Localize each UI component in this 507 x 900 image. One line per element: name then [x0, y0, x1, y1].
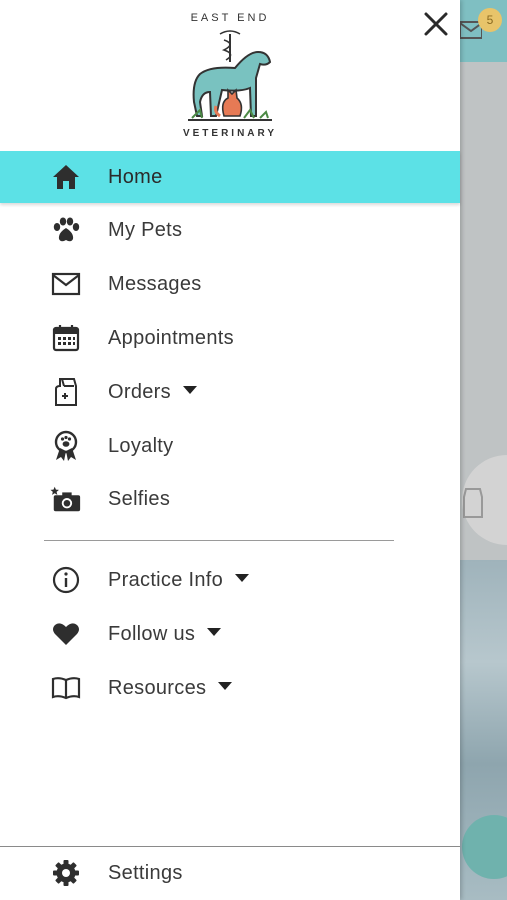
menu-item-my-pets[interactable]: My Pets [0, 204, 460, 256]
calendar-icon [50, 322, 82, 354]
menu-item-messages[interactable]: Messages [0, 258, 460, 310]
menu-item-label: Loyalty [108, 434, 174, 457]
menu-item-label: Orders [108, 381, 197, 404]
chevron-down-icon [235, 574, 250, 583]
background-app: 5 [460, 0, 507, 900]
menu-item-label: My Pets [108, 218, 183, 241]
navigation-drawer: EAST END VETERINARY Home My Pets Message… [0, 0, 460, 900]
menu-item-follow-us[interactable]: Follow us [0, 608, 460, 660]
menu-item-settings[interactable]: Settings [0, 847, 460, 899]
east-end-veterinary-logo: EAST END VETERINARY [170, 8, 290, 143]
chevron-down-icon [218, 682, 233, 691]
close-button[interactable] [418, 6, 454, 42]
chevron-down-icon [182, 386, 197, 395]
heart-icon [50, 618, 82, 650]
award-ribbon-icon [50, 430, 82, 462]
close-icon [424, 12, 448, 36]
menu-item-resources[interactable]: Resources [0, 662, 460, 714]
chevron-down-icon [207, 628, 222, 637]
menu-item-appointments[interactable]: Appointments [0, 312, 460, 364]
book-icon [50, 672, 82, 704]
menu-item-orders[interactable]: Orders [0, 366, 460, 418]
home-icon [50, 161, 82, 193]
menu-item-label: Settings [108, 861, 183, 884]
menu-item-selfies[interactable]: Selfies [0, 473, 460, 525]
menu-item-label: Follow us [108, 623, 222, 646]
menu-item-label: Practice Info [108, 569, 250, 592]
menu-item-home[interactable]: Home [0, 151, 460, 203]
menu-item-label: Appointments [108, 326, 234, 349]
background-orders-button [462, 455, 507, 545]
menu-item-label: Messages [108, 272, 202, 295]
gear-icon [50, 857, 82, 889]
camera-icon [50, 483, 82, 515]
dog-and-cat-logo-icon [188, 30, 272, 121]
pet-food-bag-icon [50, 376, 82, 408]
info-icon [50, 564, 82, 596]
menu-item-label: Resources [108, 677, 233, 700]
menu-item-practice-info[interactable]: Practice Info [0, 554, 460, 606]
envelope-icon [50, 268, 82, 300]
menu-item-loyalty[interactable]: Loyalty [0, 420, 460, 472]
menu-item-label: Home [108, 165, 163, 188]
logo-bottom-text: VETERINARY [182, 128, 278, 139]
menu-divider [44, 540, 394, 541]
menu-item-label: Selfies [108, 487, 171, 510]
background-bag-icon [463, 488, 483, 518]
paw-icon [50, 214, 82, 246]
notification-badge: 5 [478, 8, 502, 32]
